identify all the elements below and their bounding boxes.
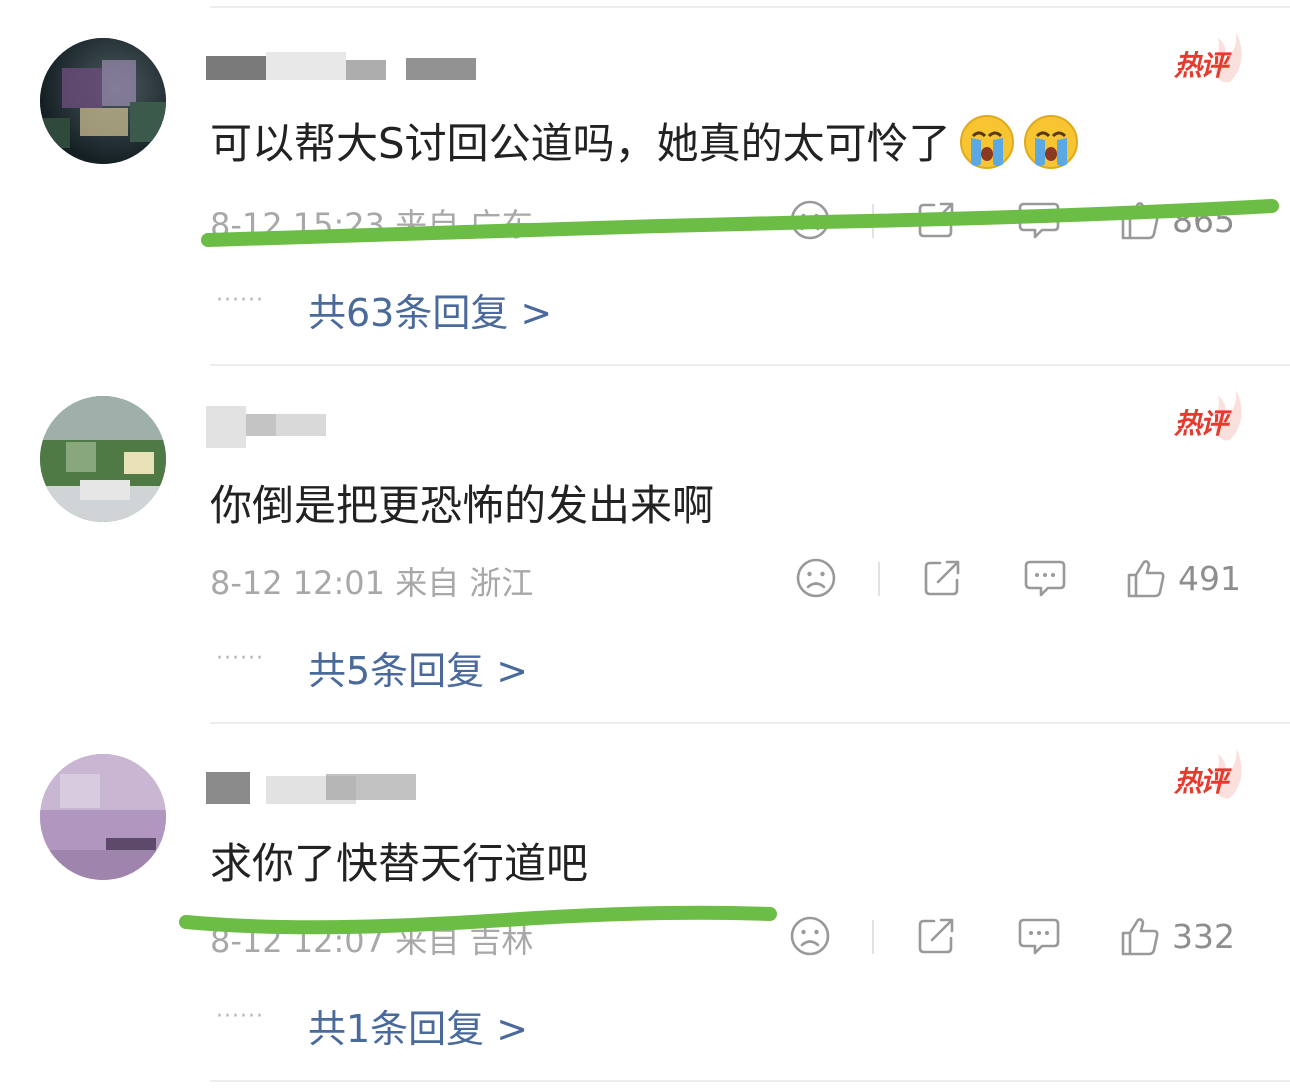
- timestamp-location: 8-12 12:01 来自 浙江: [210, 564, 534, 602]
- timestamp-location: 8-12 12:07 来自 吉林: [210, 922, 534, 960]
- action-separator: [872, 204, 874, 238]
- view-replies-link[interactable]: 共63条回复 >: [308, 282, 552, 337]
- comment-button[interactable]: [1022, 556, 1068, 600]
- action-separator: [878, 562, 880, 596]
- dislike-button[interactable]: [788, 914, 832, 958]
- like-count: 332: [1172, 916, 1235, 956]
- username-blurred[interactable]: [206, 406, 506, 448]
- like-button[interactable]: 491: [1124, 556, 1241, 600]
- comment-button[interactable]: [1016, 198, 1062, 242]
- like-count: 865: [1172, 200, 1235, 240]
- crying-face-emoji: [959, 114, 1015, 180]
- comment-meta-row: 8-12 12:07 来自 吉林 332: [210, 914, 1250, 961]
- comment-card: 热评 你倒是把更恐怖的发出来啊 8-12 12:01 来自 浙江 491 ···…: [0, 358, 1290, 718]
- sad-face-icon: [790, 916, 830, 956]
- thumbs-up-icon: [1127, 560, 1165, 598]
- view-replies-link[interactable]: 共5条回复 >: [308, 640, 528, 695]
- like-button[interactable]: 332: [1118, 914, 1235, 958]
- share-button[interactable]: [914, 914, 958, 958]
- comment-text: 求你了快替天行道吧: [210, 839, 589, 888]
- bottom-divider: [210, 1080, 1290, 1082]
- sad-face-icon: [796, 558, 836, 598]
- hot-label: 热评: [1174, 49, 1228, 82]
- comment-card: 热评 可以帮大S讨回公道吗，她真的太可怜了 8-12 15:23 来自 广东 8…: [0, 0, 1290, 360]
- share-button[interactable]: [920, 556, 964, 600]
- comment-bubble-icon: [1018, 918, 1060, 955]
- username-blurred[interactable]: [206, 46, 506, 86]
- share-button[interactable]: [914, 198, 958, 242]
- like-button[interactable]: 865: [1118, 198, 1235, 242]
- comment-text: 可以帮大S讨回公道吗，她真的太可怜了: [210, 110, 1079, 180]
- dislike-button[interactable]: [788, 198, 832, 242]
- share-icon: [924, 560, 960, 596]
- hot-label: 热评: [1174, 407, 1228, 440]
- comment-meta-row: 8-12 12:01 来自 浙江 491: [210, 556, 1250, 603]
- sad-face-icon: [790, 200, 830, 240]
- comment-button[interactable]: [1016, 914, 1062, 958]
- hot-comment-badge: 热评: [1172, 388, 1248, 444]
- comment-bubble-icon: [1024, 560, 1066, 597]
- share-icon: [918, 202, 954, 238]
- reply-dots: ······: [216, 646, 264, 671]
- thumbs-up-icon: [1121, 202, 1159, 240]
- reply-dots: ······: [216, 288, 264, 313]
- avatar[interactable]: [40, 38, 166, 164]
- view-replies-link[interactable]: 共1条回复 >: [308, 998, 528, 1053]
- share-icon: [918, 918, 954, 954]
- comment-bubble-icon: [1018, 202, 1060, 239]
- dislike-button[interactable]: [794, 556, 838, 600]
- crying-face-emoji: [1023, 114, 1079, 180]
- avatar[interactable]: [40, 396, 166, 522]
- hot-comment-badge: 热评: [1172, 746, 1248, 802]
- timestamp-location: 8-12 15:23 来自 广东: [210, 206, 534, 244]
- hot-label: 热评: [1174, 765, 1228, 798]
- username-blurred[interactable]: [206, 766, 506, 806]
- thumbs-up-icon: [1121, 918, 1159, 956]
- comment-meta-row: 8-12 15:23 来自 广东 865: [210, 198, 1250, 245]
- hot-comment-badge: 热评: [1172, 30, 1248, 86]
- like-count: 491: [1178, 558, 1241, 598]
- comment-card: 热评 求你了快替天行道吧 8-12 12:07 来自 吉林 332 ······…: [0, 716, 1290, 1076]
- comment-text: 你倒是把更恐怖的发出来啊: [210, 481, 715, 530]
- avatar[interactable]: [40, 754, 166, 880]
- reply-dots: ······: [216, 1004, 264, 1029]
- action-separator: [872, 920, 874, 954]
